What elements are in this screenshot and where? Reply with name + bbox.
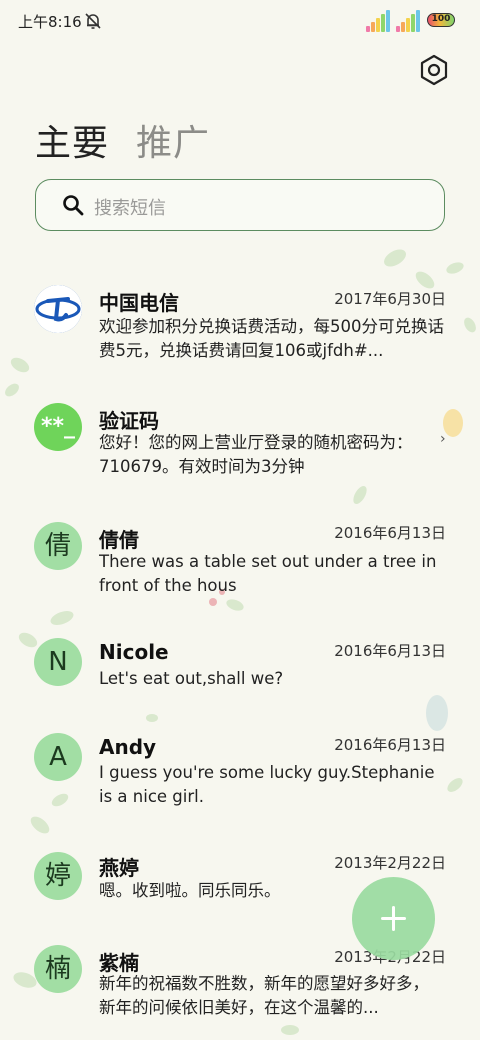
message-preview: I guess you're some lucky guy.Stephanie …: [99, 763, 435, 806]
message-date: 2016年6月13日: [334, 524, 446, 542]
sender-name: Andy: [99, 735, 157, 759]
signal-icon: [366, 10, 392, 32]
search-placeholder: 搜索短信: [94, 198, 166, 219]
search-input[interactable]: 搜索短信: [35, 179, 445, 231]
sender-name: 倩倩: [99, 528, 139, 552]
avatar: N: [34, 638, 82, 686]
conversation-item[interactable]: N Nicole 2016年6月13日 Let's eat out,shall …: [0, 638, 480, 698]
sender-name: Nicole: [99, 640, 169, 664]
signal-icon: [396, 10, 422, 32]
avatar: 婷: [34, 852, 82, 900]
message-date: 2017年6月30日: [334, 290, 446, 308]
plus-icon-vertical: [392, 906, 395, 931]
avatar: 倩: [34, 522, 82, 570]
message-preview: There was a table set out under a tree i…: [99, 552, 437, 595]
message-date: 2016年6月13日: [334, 736, 446, 754]
status-time: 上午8:16: [18, 13, 82, 31]
tab-main[interactable]: 主要: [35, 114, 109, 166]
conversation-item[interactable]: A Andy 2016年6月13日 I guess you're some lu…: [0, 733, 480, 813]
search-icon: [63, 195, 84, 216]
battery-icon: 100: [427, 13, 455, 27]
conversation-item[interactable]: 中国电信 2017年6月30日 欢迎参加积分兑换话费活动，每500分可兑换话费5…: [0, 285, 480, 375]
telecom-logo-icon: [34, 285, 82, 333]
battery-level: 100: [431, 14, 451, 24]
message-preview: 新年的祝福数不胜数，新年的愿望好多好多，新年的问候依旧美好，在这个温馨的...: [99, 974, 429, 1017]
conversation-item[interactable]: **_ 验证码 您好！您的网上营业厅登录的随机密码为：710679。有效时间为3…: [0, 403, 480, 483]
conversation-item[interactable]: 倩 倩倩 2016年6月13日 There was a table set ou…: [0, 522, 480, 602]
message-preview: 欢迎参加积分兑换话费活动，每500分可兑换话费5元，兑换话费请回复106或jfd…: [99, 317, 444, 360]
new-message-button[interactable]: [352, 877, 435, 960]
sender-name: 中国电信: [99, 291, 179, 315]
chevron-right-icon: ›: [440, 431, 446, 447]
message-preview: Let's eat out,shall we?: [99, 669, 284, 688]
message-date: 2013年2月22日: [334, 854, 446, 872]
sender-name: 燕婷: [99, 856, 139, 880]
avatar: 楠: [34, 945, 82, 993]
avatar: A: [34, 733, 82, 781]
tab-promotion[interactable]: 推广: [136, 114, 210, 166]
status-bar: 上午8:16 100: [0, 0, 480, 42]
message-date: 2016年6月13日: [334, 642, 446, 660]
china-telecom-logo-avatar: [34, 285, 82, 333]
bell-off-icon: [85, 13, 101, 29]
avatar: **_: [34, 403, 82, 451]
message-preview: 您好！您的网上营业厅登录的随机密码为：710679。有效时间为3分钟: [99, 433, 413, 476]
settings-hexagon-icon[interactable]: [417, 53, 451, 87]
sender-name: 验证码: [99, 409, 159, 433]
